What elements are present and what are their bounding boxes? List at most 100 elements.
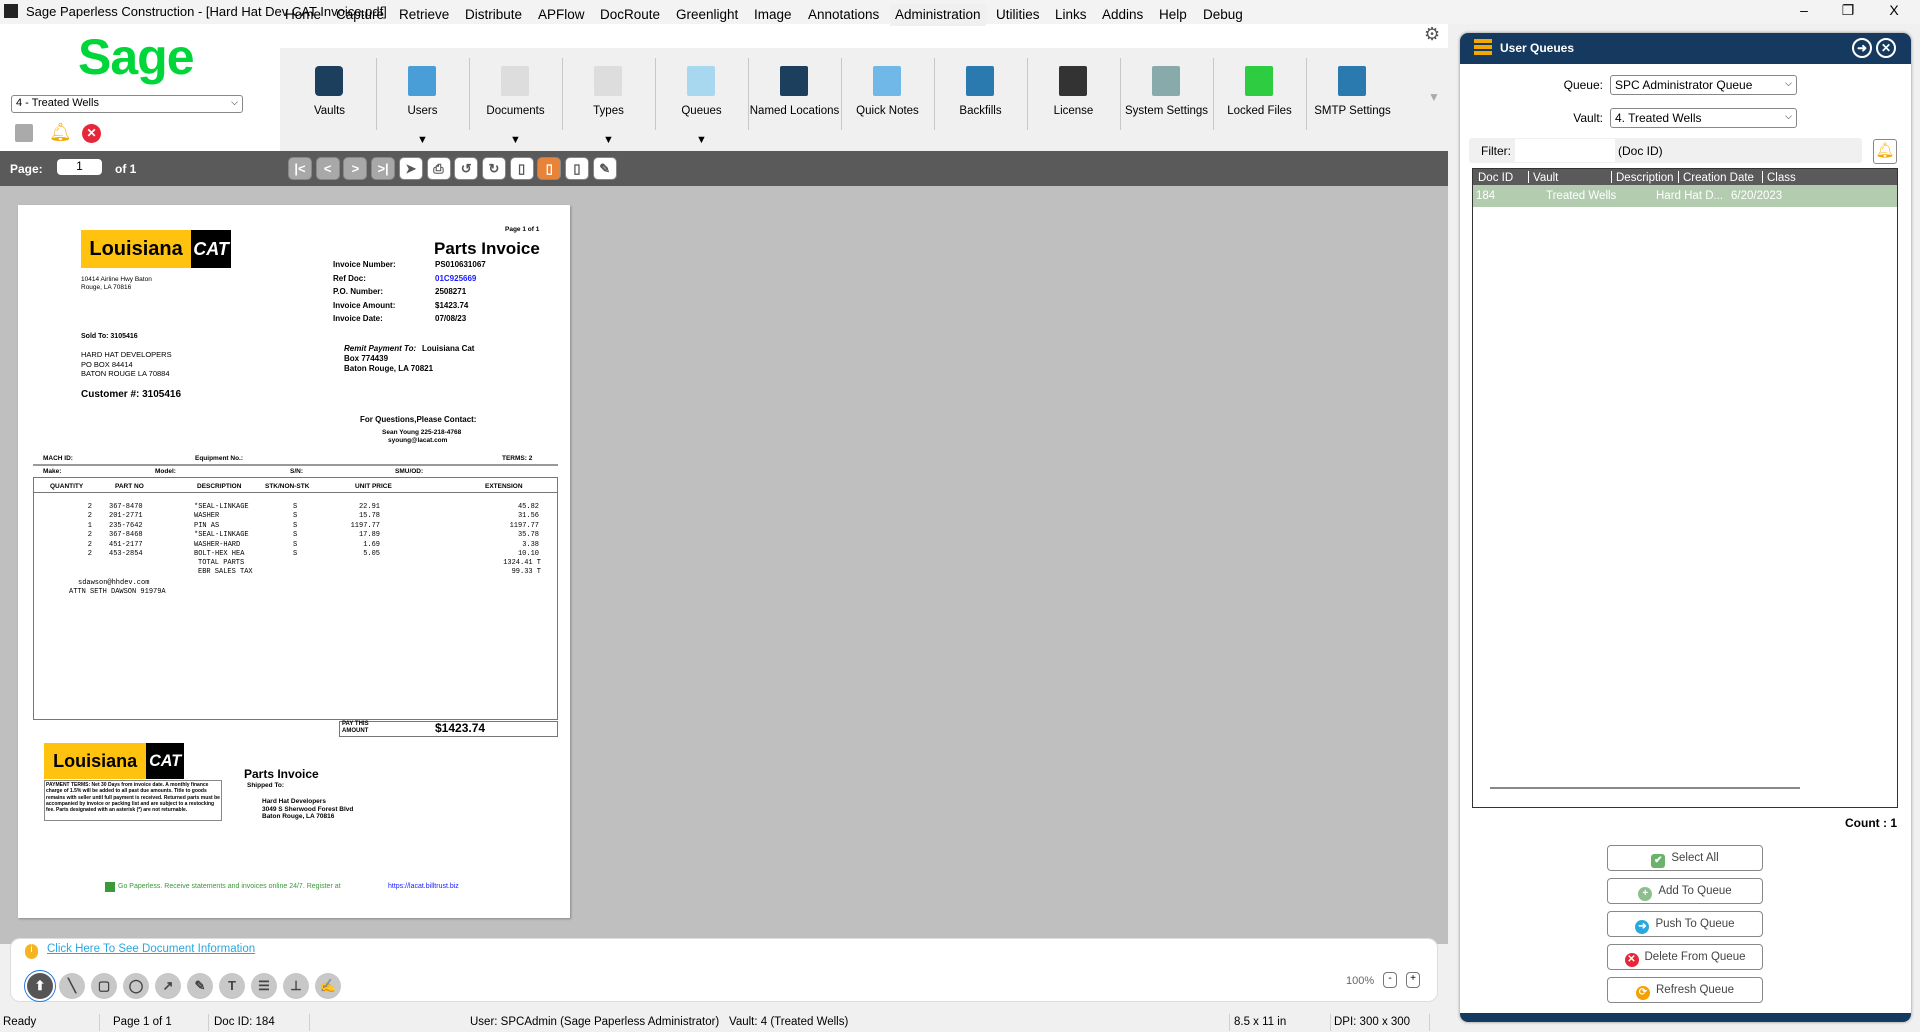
chevron-down-icon[interactable]: ▼ bbox=[510, 134, 521, 146]
menu-debug[interactable]: Debug bbox=[1203, 7, 1243, 22]
column-header-description[interactable]: Description bbox=[1616, 172, 1674, 184]
button-delete-from-queue[interactable]: ✕ Delete From Queue bbox=[1607, 944, 1763, 970]
louisiana-cat-logo: Louisiana CAT bbox=[81, 230, 231, 268]
previous-page-icon[interactable]: < bbox=[315, 157, 340, 180]
edit-page-icon[interactable]: ✎ bbox=[592, 157, 617, 180]
print-icon[interactable]: ⎙ bbox=[426, 157, 451, 180]
menu-capture[interactable]: Capture bbox=[336, 7, 384, 22]
menu-help[interactable]: Help bbox=[1159, 7, 1187, 22]
field-value[interactable]: 01C925669 bbox=[435, 274, 476, 283]
restore-button[interactable]: ❐ bbox=[1833, 2, 1863, 19]
menu-docroute[interactable]: DocRoute bbox=[600, 7, 660, 22]
column-divider[interactable] bbox=[1762, 171, 1763, 183]
save-icon[interactable] bbox=[15, 124, 33, 142]
menu-distribute[interactable]: Distribute bbox=[465, 7, 522, 22]
bell-icon[interactable]: 🔔︎ bbox=[49, 122, 72, 143]
chevron-down-icon[interactable]: ▼ bbox=[417, 134, 428, 146]
gear-icon[interactable]: ⚙ bbox=[1424, 24, 1440, 45]
ribbon-smtp-settings[interactable]: SMTP Settings bbox=[1306, 48, 1399, 151]
users-icon bbox=[408, 66, 436, 96]
menu-image[interactable]: Image bbox=[754, 7, 792, 22]
close-document-icon[interactable]: ✕ bbox=[82, 124, 101, 143]
line-icon[interactable]: ╲ bbox=[59, 973, 85, 999]
ellipse-icon[interactable]: ◯ bbox=[123, 973, 149, 999]
ribbon-users[interactable]: Users ▼ bbox=[376, 48, 469, 151]
chevron-down-icon[interactable]: ▼ bbox=[603, 134, 614, 146]
ribbon-named-locations[interactable]: Named Locations bbox=[748, 48, 841, 151]
send-icon[interactable]: ➤ bbox=[398, 157, 423, 180]
menu-annotations[interactable]: Annotations bbox=[808, 7, 879, 22]
column-divider[interactable] bbox=[1528, 171, 1529, 183]
column-divider[interactable] bbox=[1611, 171, 1612, 183]
ribbon-overflow-icon[interactable]: ▼ bbox=[1428, 90, 1440, 104]
queue-select[interactable]: SPC Administrator Queue ⌵ bbox=[1610, 75, 1797, 95]
rectangle-icon[interactable]: ▢ bbox=[91, 973, 117, 999]
arrow-icon[interactable]: ↗ bbox=[155, 973, 181, 999]
ribbon-backfills[interactable]: Backfills bbox=[934, 48, 1027, 151]
vault-select[interactable]: 4 - Treated Wells ⌵ bbox=[11, 95, 243, 113]
button-select-all[interactable]: ✔ Select All bbox=[1607, 845, 1763, 871]
arrow-right-icon[interactable]: ➜ bbox=[1852, 38, 1872, 58]
document-info-link[interactable]: Click Here To See Document Information bbox=[47, 943, 255, 955]
close-button[interactable]: X bbox=[1879, 2, 1909, 18]
menu-bar bbox=[280, 24, 1448, 48]
checkbox-icon: ✔ bbox=[1651, 854, 1666, 868]
ribbon-quick-notes[interactable]: Quick Notes bbox=[841, 48, 934, 151]
note-icon[interactable]: ☰ bbox=[251, 973, 277, 999]
line-item-cell: 453-2854 bbox=[109, 550, 143, 558]
page-icon[interactable]: ▯ bbox=[509, 157, 534, 180]
page-input[interactable]: 1 bbox=[57, 159, 102, 175]
horizontal-scrollbar[interactable] bbox=[1490, 787, 1800, 789]
menu-retrieve[interactable]: Retrieve bbox=[399, 7, 449, 22]
signature-icon[interactable]: ✍ bbox=[315, 973, 341, 999]
column-divider[interactable] bbox=[1678, 171, 1679, 183]
rotate-right-icon[interactable]: ↻ bbox=[481, 157, 506, 180]
column-header-vault[interactable]: Vault bbox=[1533, 172, 1558, 184]
zoom-in-button[interactable]: + bbox=[1406, 972, 1420, 988]
zoom-out-button[interactable]: - bbox=[1383, 972, 1397, 988]
column-header-doc-id[interactable]: Doc ID bbox=[1478, 172, 1513, 184]
splitter[interactable] bbox=[1448, 186, 1460, 1032]
menu-addins[interactable]: Addins bbox=[1102, 7, 1143, 22]
first-page-icon[interactable]: |< bbox=[288, 157, 312, 180]
table-row[interactable]: 184 Treated Wells Hard Hat D... 6/20/2023 bbox=[1473, 185, 1897, 207]
close-icon[interactable]: ✕ bbox=[1876, 38, 1896, 58]
chevron-down-icon[interactable]: ▼ bbox=[696, 134, 707, 146]
ribbon-types[interactable]: Types ▼ bbox=[562, 48, 655, 151]
next-page-icon[interactable]: > bbox=[343, 157, 368, 180]
ribbon-locked-files[interactable]: Locked Files bbox=[1213, 48, 1306, 151]
paperless-link[interactable]: https://lacat.billtrust.biz bbox=[388, 883, 459, 890]
menu-links[interactable]: Links bbox=[1055, 7, 1087, 22]
last-page-icon[interactable]: >| bbox=[371, 157, 396, 180]
page-active-icon[interactable]: ▯ bbox=[537, 157, 562, 180]
ribbon-system-settings[interactable]: System Settings bbox=[1120, 48, 1213, 151]
remit-label: Remit Payment To: bbox=[344, 344, 417, 353]
total-label: EBR SALES TAX bbox=[198, 568, 253, 577]
highlighter-icon[interactable]: ✎ bbox=[187, 973, 213, 999]
notification-bell-icon[interactable]: 🔔︎ bbox=[1873, 139, 1897, 164]
button-push-to-queue[interactable]: ➜ Push To Queue bbox=[1607, 911, 1763, 937]
vault-queue-select[interactable]: 4. Treated Wells ⌵ bbox=[1610, 108, 1797, 128]
ribbon-vaults[interactable]: Vaults bbox=[283, 48, 376, 151]
stamp-icon[interactable]: ⊥ bbox=[283, 973, 309, 999]
button-refresh-queue[interactable]: ⟳ Refresh Queue bbox=[1607, 977, 1763, 1003]
minimize-button[interactable]: – bbox=[1789, 2, 1819, 18]
menu-home[interactable]: Home bbox=[285, 7, 321, 22]
page-split-icon[interactable]: ▯ bbox=[565, 157, 589, 180]
menu-apflow[interactable]: APFlow bbox=[538, 7, 585, 22]
column-header-creation-date[interactable]: Creation Date bbox=[1683, 172, 1754, 184]
menu-utilities[interactable]: Utilities bbox=[996, 7, 1040, 22]
text-icon[interactable]: T bbox=[219, 973, 245, 999]
ribbon-documents[interactable]: Documents ▼ bbox=[469, 48, 562, 151]
filter-input[interactable] bbox=[1515, 139, 1615, 162]
button-add-to-queue[interactable]: + Add To Queue bbox=[1607, 878, 1763, 904]
pointer-icon[interactable]: ⬆ bbox=[24, 970, 56, 1002]
menu-greenlight[interactable]: Greenlight bbox=[676, 7, 738, 22]
divider bbox=[99, 1014, 100, 1031]
ribbon-queues[interactable]: Queues ▼ bbox=[655, 48, 748, 151]
ribbon-license[interactable]: License bbox=[1027, 48, 1120, 151]
menu-administration[interactable]: Administration bbox=[890, 4, 986, 26]
push-to-queue-label: Push To Queue bbox=[1655, 918, 1735, 930]
rotate-left-icon[interactable]: ↺ bbox=[454, 157, 479, 180]
column-header-class[interactable]: Class bbox=[1767, 172, 1796, 184]
